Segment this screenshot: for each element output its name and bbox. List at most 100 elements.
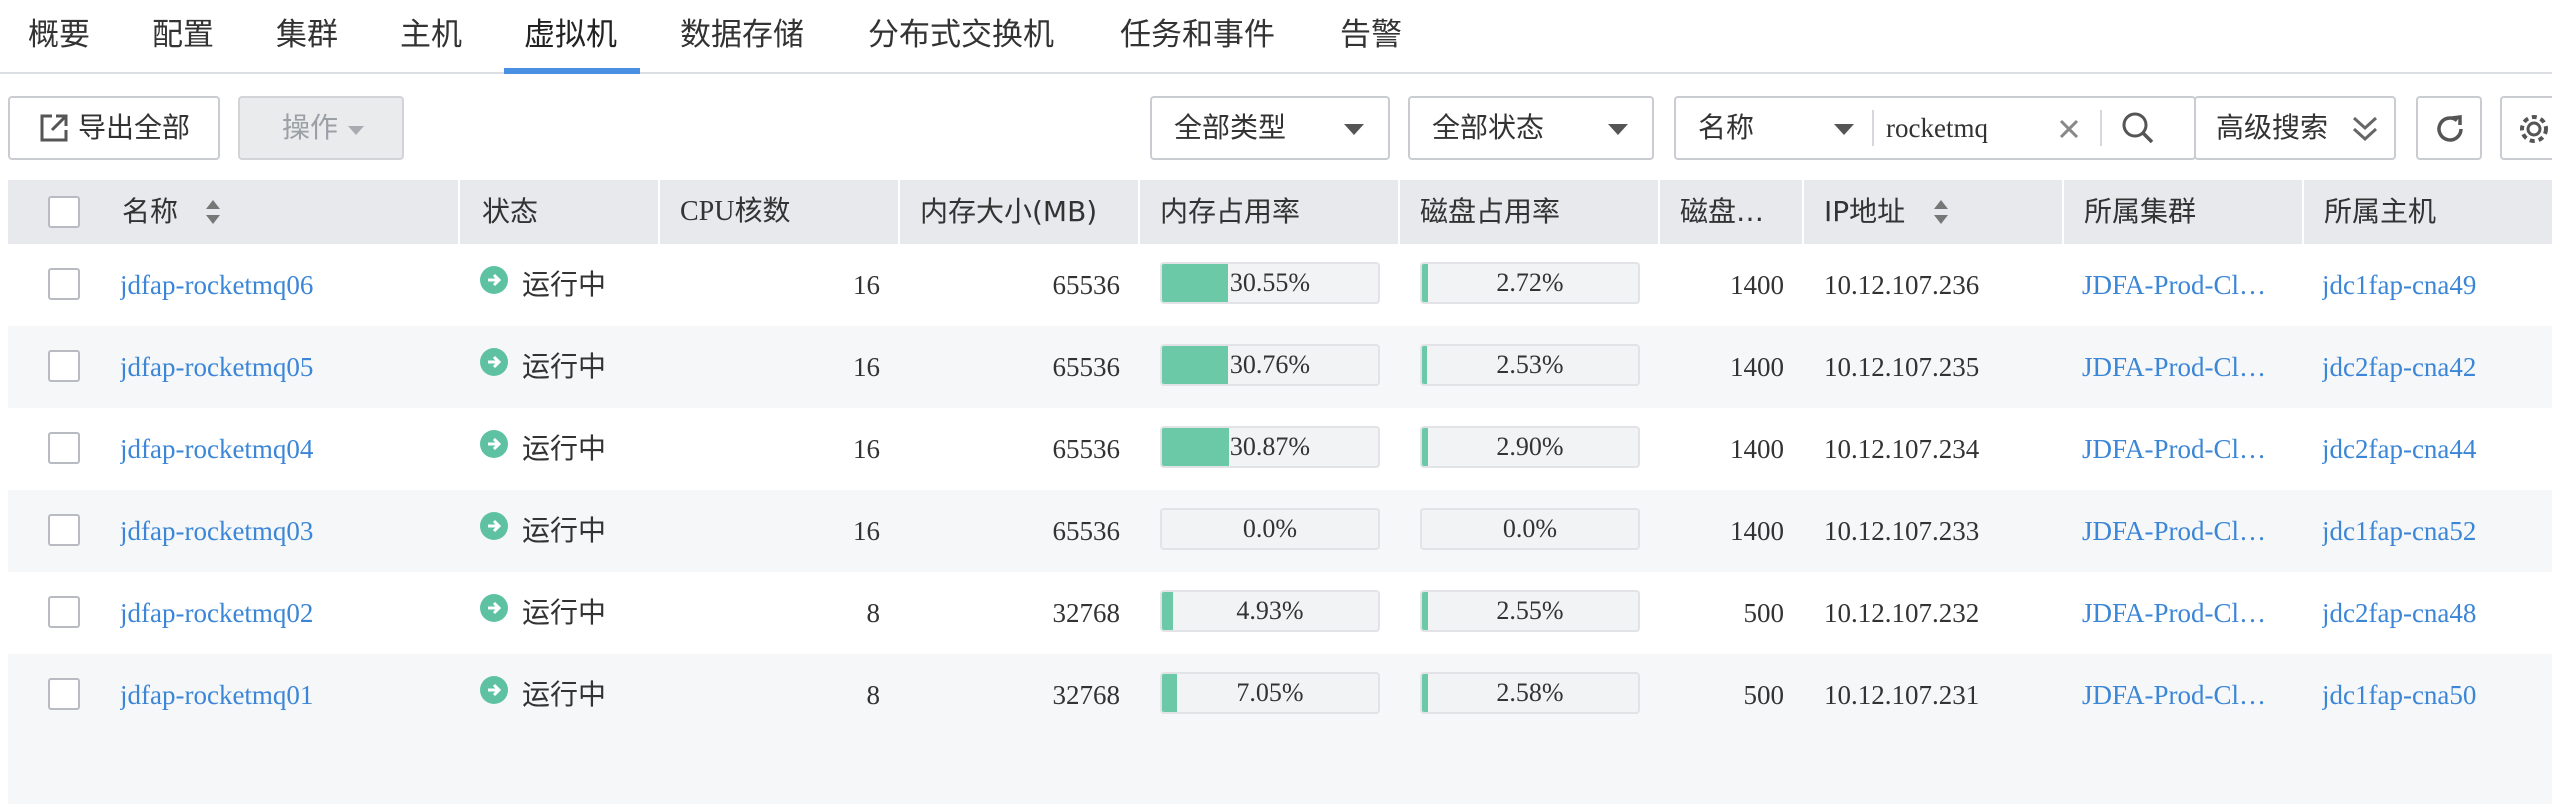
memory-usage-text: 7.05%	[1236, 678, 1304, 707]
row-checkbox[interactable]	[48, 350, 80, 382]
memory-size: 65536	[1052, 270, 1121, 300]
host-link[interactable]: jdc2fap-cna42	[2322, 326, 2552, 408]
tab-config[interactable]: 配置	[132, 0, 234, 74]
tab-tasks-events[interactable]: 任务和事件	[1100, 0, 1295, 74]
disk-usage-text: 2.90%	[1496, 432, 1564, 461]
table-header: 名称 状态 CPU核数 内存大小(MB) 内存占用率 磁盘占用率 磁盘… IP地…	[8, 180, 2552, 244]
select-all-checkbox[interactable]	[48, 196, 80, 228]
column-divider	[1802, 180, 1804, 244]
table-row[interactable]: jdfap-rocketmq06 运行中 16 65536 30.55% 2.72% 140…	[8, 244, 2552, 326]
row-checkbox[interactable]	[48, 678, 80, 710]
tab-dvswitch[interactable]: 分布式交换机	[848, 0, 1074, 74]
running-status-icon	[480, 430, 508, 458]
export-all-button[interactable]: 导出全部	[8, 96, 220, 160]
host-link[interactable]: jdc2fap-cna44	[2322, 408, 2552, 490]
tab-datastore[interactable]: 数据存储	[660, 0, 824, 74]
top-tab-bar: 概要 配置 集群 主机 虚拟机 数据存储 分布式交换机 任务和事件 告警	[0, 0, 2552, 74]
vm-name-link[interactable]: jdfap-rocketmq05	[120, 326, 450, 408]
host-link[interactable]: jdc1fap-cna49	[2322, 244, 2552, 326]
cluster-link[interactable]: JDFA-Prod-Cl…	[2082, 326, 2292, 408]
cpu-cores: 16	[853, 516, 880, 546]
table-row[interactable]: jdfap-rocketmq05 运行中 16 65536 30.76% 2.53% 140…	[8, 326, 2552, 408]
refresh-button[interactable]	[2416, 96, 2482, 160]
sort-icon[interactable]	[1932, 198, 1950, 226]
table-row[interactable]: jdfap-rocketmq03 运行中 16 65536 0.0% 0.0% 1400 10…	[8, 490, 2552, 572]
status-text: 运行中	[522, 268, 607, 301]
status-text: 运行中	[522, 432, 607, 465]
column-divider	[2302, 180, 2304, 244]
host-link[interactable]: jdc2fap-cna48	[2322, 572, 2552, 654]
col-header-ip[interactable]: IP地址	[1824, 180, 1905, 244]
status-filter-value: 全部状态	[1432, 111, 1545, 144]
row-checkbox[interactable]	[48, 514, 80, 546]
clear-icon[interactable]	[2058, 118, 2080, 140]
table-row[interactable]: jdfap-rocketmq01 运行中 8 32768 7.05% 2.58% 500 10…	[8, 654, 2552, 736]
memory-size: 65536	[1052, 434, 1121, 464]
tab-cluster[interactable]: 集群	[256, 0, 358, 74]
disk-usage-bar: 2.53%	[1420, 344, 1640, 386]
memory-usage-text: 4.93%	[1236, 596, 1304, 625]
ip-address: 10.12.107.232	[1824, 598, 1980, 628]
memory-usage-bar: 30.55%	[1160, 262, 1380, 304]
tab-alarms[interactable]: 告警	[1320, 0, 1422, 74]
chevron-down-icon	[348, 126, 364, 135]
col-header-mem-usage: 内存占用率	[1160, 195, 1301, 228]
row-checkbox[interactable]	[48, 596, 80, 628]
chevron-down-icon	[1608, 124, 1628, 135]
double-chevron-down-icon	[2352, 116, 2378, 142]
advanced-search-button[interactable]: 高级搜索	[2194, 96, 2396, 160]
running-status-icon	[480, 512, 508, 540]
memory-usage-text: 0.0%	[1242, 514, 1298, 543]
search-icon[interactable]	[2120, 110, 2156, 146]
vm-name-link[interactable]: jdfap-rocketmq03	[120, 490, 450, 572]
ip-address: 10.12.107.233	[1824, 516, 1980, 546]
host-link[interactable]: jdc1fap-cna52	[2322, 490, 2552, 572]
disk-usage-text: 2.55%	[1496, 596, 1564, 625]
col-header-disk: 磁盘…	[1680, 195, 1765, 228]
cluster-link[interactable]: JDFA-Prod-Cl…	[2082, 654, 2292, 736]
memory-usage-text: 30.87%	[1229, 432, 1311, 461]
disk-size: 1400	[1730, 270, 1784, 300]
running-status-icon	[480, 266, 508, 294]
status-filter-select[interactable]: 全部状态	[1408, 96, 1654, 160]
active-tab-indicator	[504, 68, 640, 74]
vm-name-link[interactable]: jdfap-rocketmq02	[120, 572, 450, 654]
table-row[interactable]: jdfap-rocketmq04 运行中 16 65536 30.87% 2.90% 140…	[8, 408, 2552, 490]
col-header-name[interactable]: 名称	[122, 180, 178, 244]
vm-name-link[interactable]: jdfap-rocketmq04	[120, 408, 450, 490]
memory-usage-bar: 30.87%	[1160, 426, 1380, 468]
tab-vm[interactable]: 虚拟机	[504, 0, 637, 74]
cluster-link[interactable]: JDFA-Prod-Cl…	[2082, 572, 2292, 654]
settings-button[interactable]	[2500, 96, 2552, 160]
cluster-link[interactable]: JDFA-Prod-Cl…	[2082, 408, 2292, 490]
disk-size: 1400	[1730, 434, 1784, 464]
memory-size: 32768	[1052, 598, 1121, 628]
col-header-disk-usage: 磁盘占用率	[1420, 195, 1561, 228]
search-field-select[interactable]: 名称	[1676, 98, 1872, 158]
vm-name-link[interactable]: jdfap-rocketmq01	[120, 654, 450, 736]
divider	[1872, 110, 1874, 146]
refresh-icon	[2437, 115, 2463, 142]
vm-name-link[interactable]: jdfap-rocketmq06	[120, 244, 450, 326]
row-checkbox[interactable]	[48, 432, 80, 464]
memory-usage-bar: 7.05%	[1160, 672, 1380, 714]
tab-host[interactable]: 主机	[380, 0, 482, 74]
table-footer-area	[8, 736, 2552, 804]
cluster-link[interactable]: JDFA-Prod-Cl…	[2082, 490, 2292, 572]
ip-address: 10.12.107.234	[1824, 434, 1980, 464]
divider	[2100, 110, 2102, 146]
row-checkbox[interactable]	[48, 268, 80, 300]
tab-overview[interactable]: 概要	[8, 0, 110, 74]
disk-size: 1400	[1730, 352, 1784, 382]
disk-usage-bar: 2.58%	[1420, 672, 1640, 714]
type-filter-select[interactable]: 全部类型	[1150, 96, 1390, 160]
host-link[interactable]: jdc1fap-cna50	[2322, 654, 2552, 736]
sort-icon[interactable]	[204, 198, 222, 226]
search-input[interactable]	[1886, 106, 2066, 150]
ip-address: 10.12.107.231	[1824, 680, 1980, 710]
type-filter-value: 全部类型	[1174, 111, 1287, 144]
search-field-value: 名称	[1698, 111, 1755, 144]
table-row[interactable]: jdfap-rocketmq02 运行中 8 32768 4.93% 2.55% 500 10…	[8, 572, 2552, 654]
action-menu-button[interactable]: 操作	[238, 96, 404, 160]
cluster-link[interactable]: JDFA-Prod-Cl…	[2082, 244, 2292, 326]
